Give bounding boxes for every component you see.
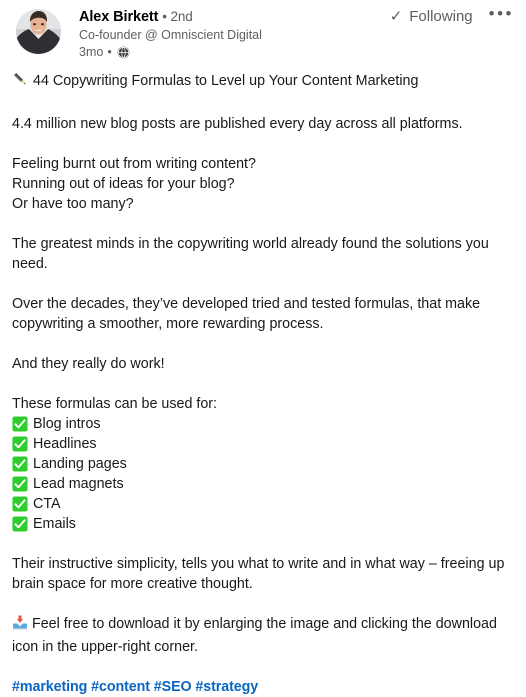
question-line: Feeling burnt out from writing content? (12, 156, 256, 173)
post-title-text: 44 Copywriting Formulas to Level up Your… (33, 73, 419, 90)
list-item-label: Emails (33, 516, 76, 533)
list-intro-line: These formulas can be used for: (12, 394, 514, 414)
list-item: Emails (12, 514, 514, 534)
following-label: Following (409, 8, 473, 25)
header-actions: ✓ Following ••• (388, 5, 518, 28)
solutions-paragraph: The greatest minds in the copywriting wo… (12, 236, 489, 273)
globe-icon (117, 46, 130, 59)
author-headline: Co-founder @ Omniscient Digital (79, 28, 262, 43)
list-item-label: Landing pages (33, 456, 127, 473)
list-item: Landing pages (12, 454, 514, 474)
download-text: Feel free to download it by enlarging th… (12, 616, 497, 656)
post-title-line: 44 Copywriting Formulas to Level up Your… (12, 71, 514, 94)
pencil-icon (12, 71, 29, 94)
following-button[interactable]: ✓ Following (388, 6, 475, 27)
check-mark-button-icon (12, 456, 28, 473)
check-mark-button-icon (12, 416, 28, 433)
inbox-tray-icon (12, 615, 28, 637)
hashtags[interactable]: #marketing #content #SEO #strategy (12, 677, 514, 697)
question-line: Running out of ideas for your blog? (12, 176, 235, 193)
author-name[interactable]: Alex Birkett (79, 9, 158, 25)
simplicity-paragraph: Their instructive simplicity, tells you … (12, 556, 505, 593)
question-line: Or have too many? (12, 196, 134, 213)
list-item: Lead magnets (12, 474, 514, 494)
stat-paragraph: 4.4 million new blog posts are published… (12, 116, 463, 133)
more-options-icon[interactable]: ••• (489, 5, 518, 28)
list-intro-text: These formulas can be used for: (12, 396, 218, 413)
meta-separator: • (107, 45, 112, 60)
list-item-label: Lead magnets (33, 476, 124, 493)
avatar[interactable] (16, 9, 61, 54)
list-item-label: Headlines (33, 436, 97, 453)
list-item: Blog intros (12, 414, 514, 434)
check-mark-button-icon (12, 476, 28, 493)
questions-block: Feeling burnt out from writing content? … (12, 154, 514, 214)
decades-paragraph: Over the decades, they’ve developed trie… (12, 296, 481, 333)
post-content: 44 Copywriting Formulas to Level up Your… (0, 71, 526, 697)
check-mark-button-icon (12, 436, 28, 453)
connection-degree: • 2nd (162, 9, 193, 24)
work-paragraph: And they really do work! (12, 356, 165, 373)
list-item: Headlines (12, 434, 514, 454)
list-item-label: CTA (33, 496, 61, 513)
list-item-label: Blog intros (33, 416, 101, 433)
check-mark-button-icon (12, 516, 28, 533)
list-item: CTA (12, 494, 514, 514)
post-meta: 3mo • (79, 46, 516, 59)
post-header: Alex Birkett • 2nd Co-founder @ Omniscie… (0, 0, 526, 59)
check-mark-button-icon (12, 496, 28, 513)
linkedin-post: Alex Birkett • 2nd Co-founder @ Omniscie… (0, 0, 526, 695)
post-timestamp: 3mo (79, 45, 104, 60)
download-paragraph: Feel free to download it by enlarging th… (12, 614, 514, 657)
benefits-list: Blog intros Headlines Landing pages Lead… (12, 414, 514, 534)
checkmark-icon: ✓ (389, 8, 403, 25)
